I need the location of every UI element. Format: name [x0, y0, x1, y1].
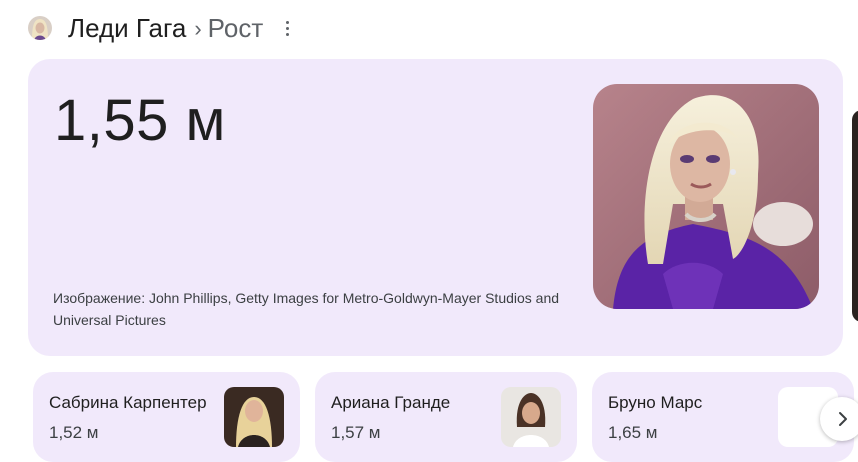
entity-portrait-image[interactable]	[593, 84, 819, 309]
carousel-next-button[interactable]	[820, 397, 858, 441]
chevron-right-icon	[839, 412, 847, 426]
next-card-peek[interactable]	[852, 110, 858, 322]
related-card-ariana-grande[interactable]: Ариана Гранде 1,57 м	[315, 372, 577, 462]
entity-title[interactable]: Леди Гага	[68, 13, 186, 44]
related-thumbnail	[501, 387, 561, 447]
height-value: 1,55 м	[54, 88, 226, 153]
image-credit: Изображение: John Phillips, Getty Images…	[53, 290, 560, 328]
related-card-bruno-mars[interactable]: Бруно Марс 1,65 м	[592, 372, 854, 462]
related-thumbnail	[224, 387, 284, 447]
related-name: Ариана Гранде	[331, 393, 451, 412]
breadcrumb-separator: ›	[194, 16, 202, 41]
more-vert-icon	[285, 20, 289, 36]
related-height: 1,57 м	[331, 423, 381, 442]
entity-avatar[interactable]	[28, 16, 52, 40]
related-card-sabrina-carpenter[interactable]: Сабрина Карпентер 1,52 м	[33, 372, 300, 462]
header: Леди Гага › Рост	[28, 12, 295, 44]
attribute-title: Рост	[207, 12, 264, 43]
related-name: Бруно Марс	[608, 393, 703, 412]
related-height: 1,65 м	[608, 423, 658, 442]
related-name: Сабрина Карпентер	[49, 393, 207, 412]
more-options-button[interactable]	[279, 16, 295, 40]
related-height: 1,52 м	[49, 423, 99, 442]
answer-card: 1,55 м Изображение: John Phillips, Getty…	[28, 59, 843, 356]
